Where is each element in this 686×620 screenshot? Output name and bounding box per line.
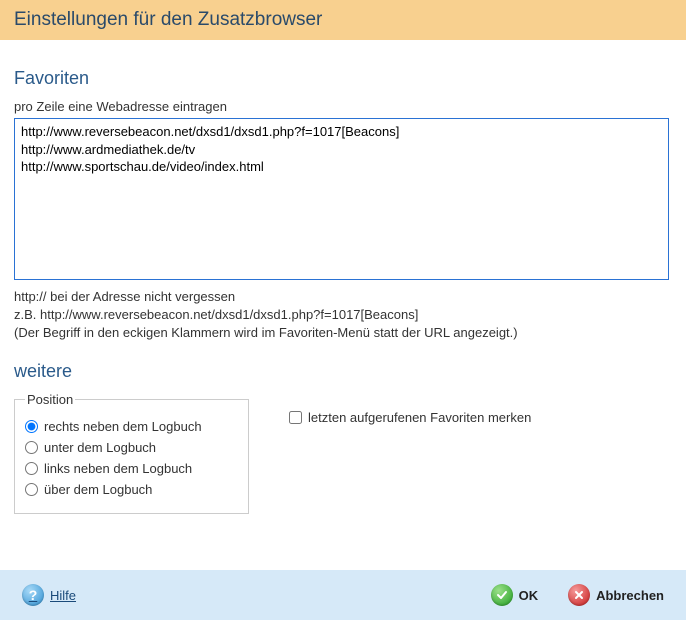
position-radio-right[interactable]: rechts neben dem Logbuch bbox=[25, 419, 238, 434]
position-fieldset: Position rechts neben dem Logbuch unter … bbox=[14, 392, 249, 514]
help-link[interactable]: ? Hilfe bbox=[22, 584, 76, 606]
position-radio-left-input[interactable] bbox=[25, 462, 38, 475]
ok-button[interactable]: OK bbox=[491, 584, 539, 606]
content-area: Favoriten pro Zeile eine Webadresse eint… bbox=[0, 40, 686, 514]
more-heading: weitere bbox=[14, 361, 672, 382]
favorites-hint-block: http:// bei der Adresse nicht vergessen … bbox=[14, 288, 672, 343]
favorites-hint-line2: z.B. http://www.reversebeacon.net/dxsd1/… bbox=[14, 306, 672, 324]
position-radio-bottom-input[interactable] bbox=[25, 441, 38, 454]
help-label: Hilfe bbox=[50, 588, 76, 603]
remember-column: letzten aufgerufenen Favoriten merken bbox=[289, 392, 531, 431]
position-radio-right-label: rechts neben dem Logbuch bbox=[44, 419, 202, 434]
favorites-hint-line1: http:// bei der Adresse nicht vergessen bbox=[14, 288, 672, 306]
position-radio-left[interactable]: links neben dem Logbuch bbox=[25, 461, 238, 476]
favorites-textarea-frame bbox=[14, 118, 669, 280]
position-radio-bottom-label: unter dem Logbuch bbox=[44, 440, 156, 455]
more-row: Position rechts neben dem Logbuch unter … bbox=[14, 392, 672, 514]
ok-label: OK bbox=[519, 588, 539, 603]
bottom-bar: ? Hilfe OK Abbrechen bbox=[0, 570, 686, 620]
position-radio-top-label: über dem Logbuch bbox=[44, 482, 152, 497]
title-bar: Einstellungen für den Zusatzbrowser bbox=[0, 0, 686, 40]
remember-last-checkbox-row[interactable]: letzten aufgerufenen Favoriten merken bbox=[289, 410, 531, 425]
window-title: Einstellungen für den Zusatzbrowser bbox=[14, 9, 322, 31]
cancel-label: Abbrechen bbox=[596, 588, 664, 603]
remember-last-checkbox[interactable] bbox=[289, 411, 302, 424]
remember-last-label: letzten aufgerufenen Favoriten merken bbox=[308, 410, 531, 425]
favorites-textarea[interactable] bbox=[15, 119, 668, 279]
close-icon bbox=[568, 584, 590, 606]
position-radio-top-input[interactable] bbox=[25, 483, 38, 496]
position-legend: Position bbox=[25, 392, 75, 407]
position-radio-top[interactable]: über dem Logbuch bbox=[25, 482, 238, 497]
cancel-button[interactable]: Abbrechen bbox=[568, 584, 664, 606]
check-icon bbox=[491, 584, 513, 606]
help-icon: ? bbox=[22, 584, 44, 606]
favorites-heading: Favoriten bbox=[14, 68, 672, 89]
position-radio-bottom[interactable]: unter dem Logbuch bbox=[25, 440, 238, 455]
favorites-perline-label: pro Zeile eine Webadresse eintragen bbox=[14, 99, 672, 114]
position-radio-left-label: links neben dem Logbuch bbox=[44, 461, 192, 476]
favorites-hint-line3: (Der Begriff in den eckigen Klammern wir… bbox=[14, 324, 672, 342]
position-radio-right-input[interactable] bbox=[25, 420, 38, 433]
